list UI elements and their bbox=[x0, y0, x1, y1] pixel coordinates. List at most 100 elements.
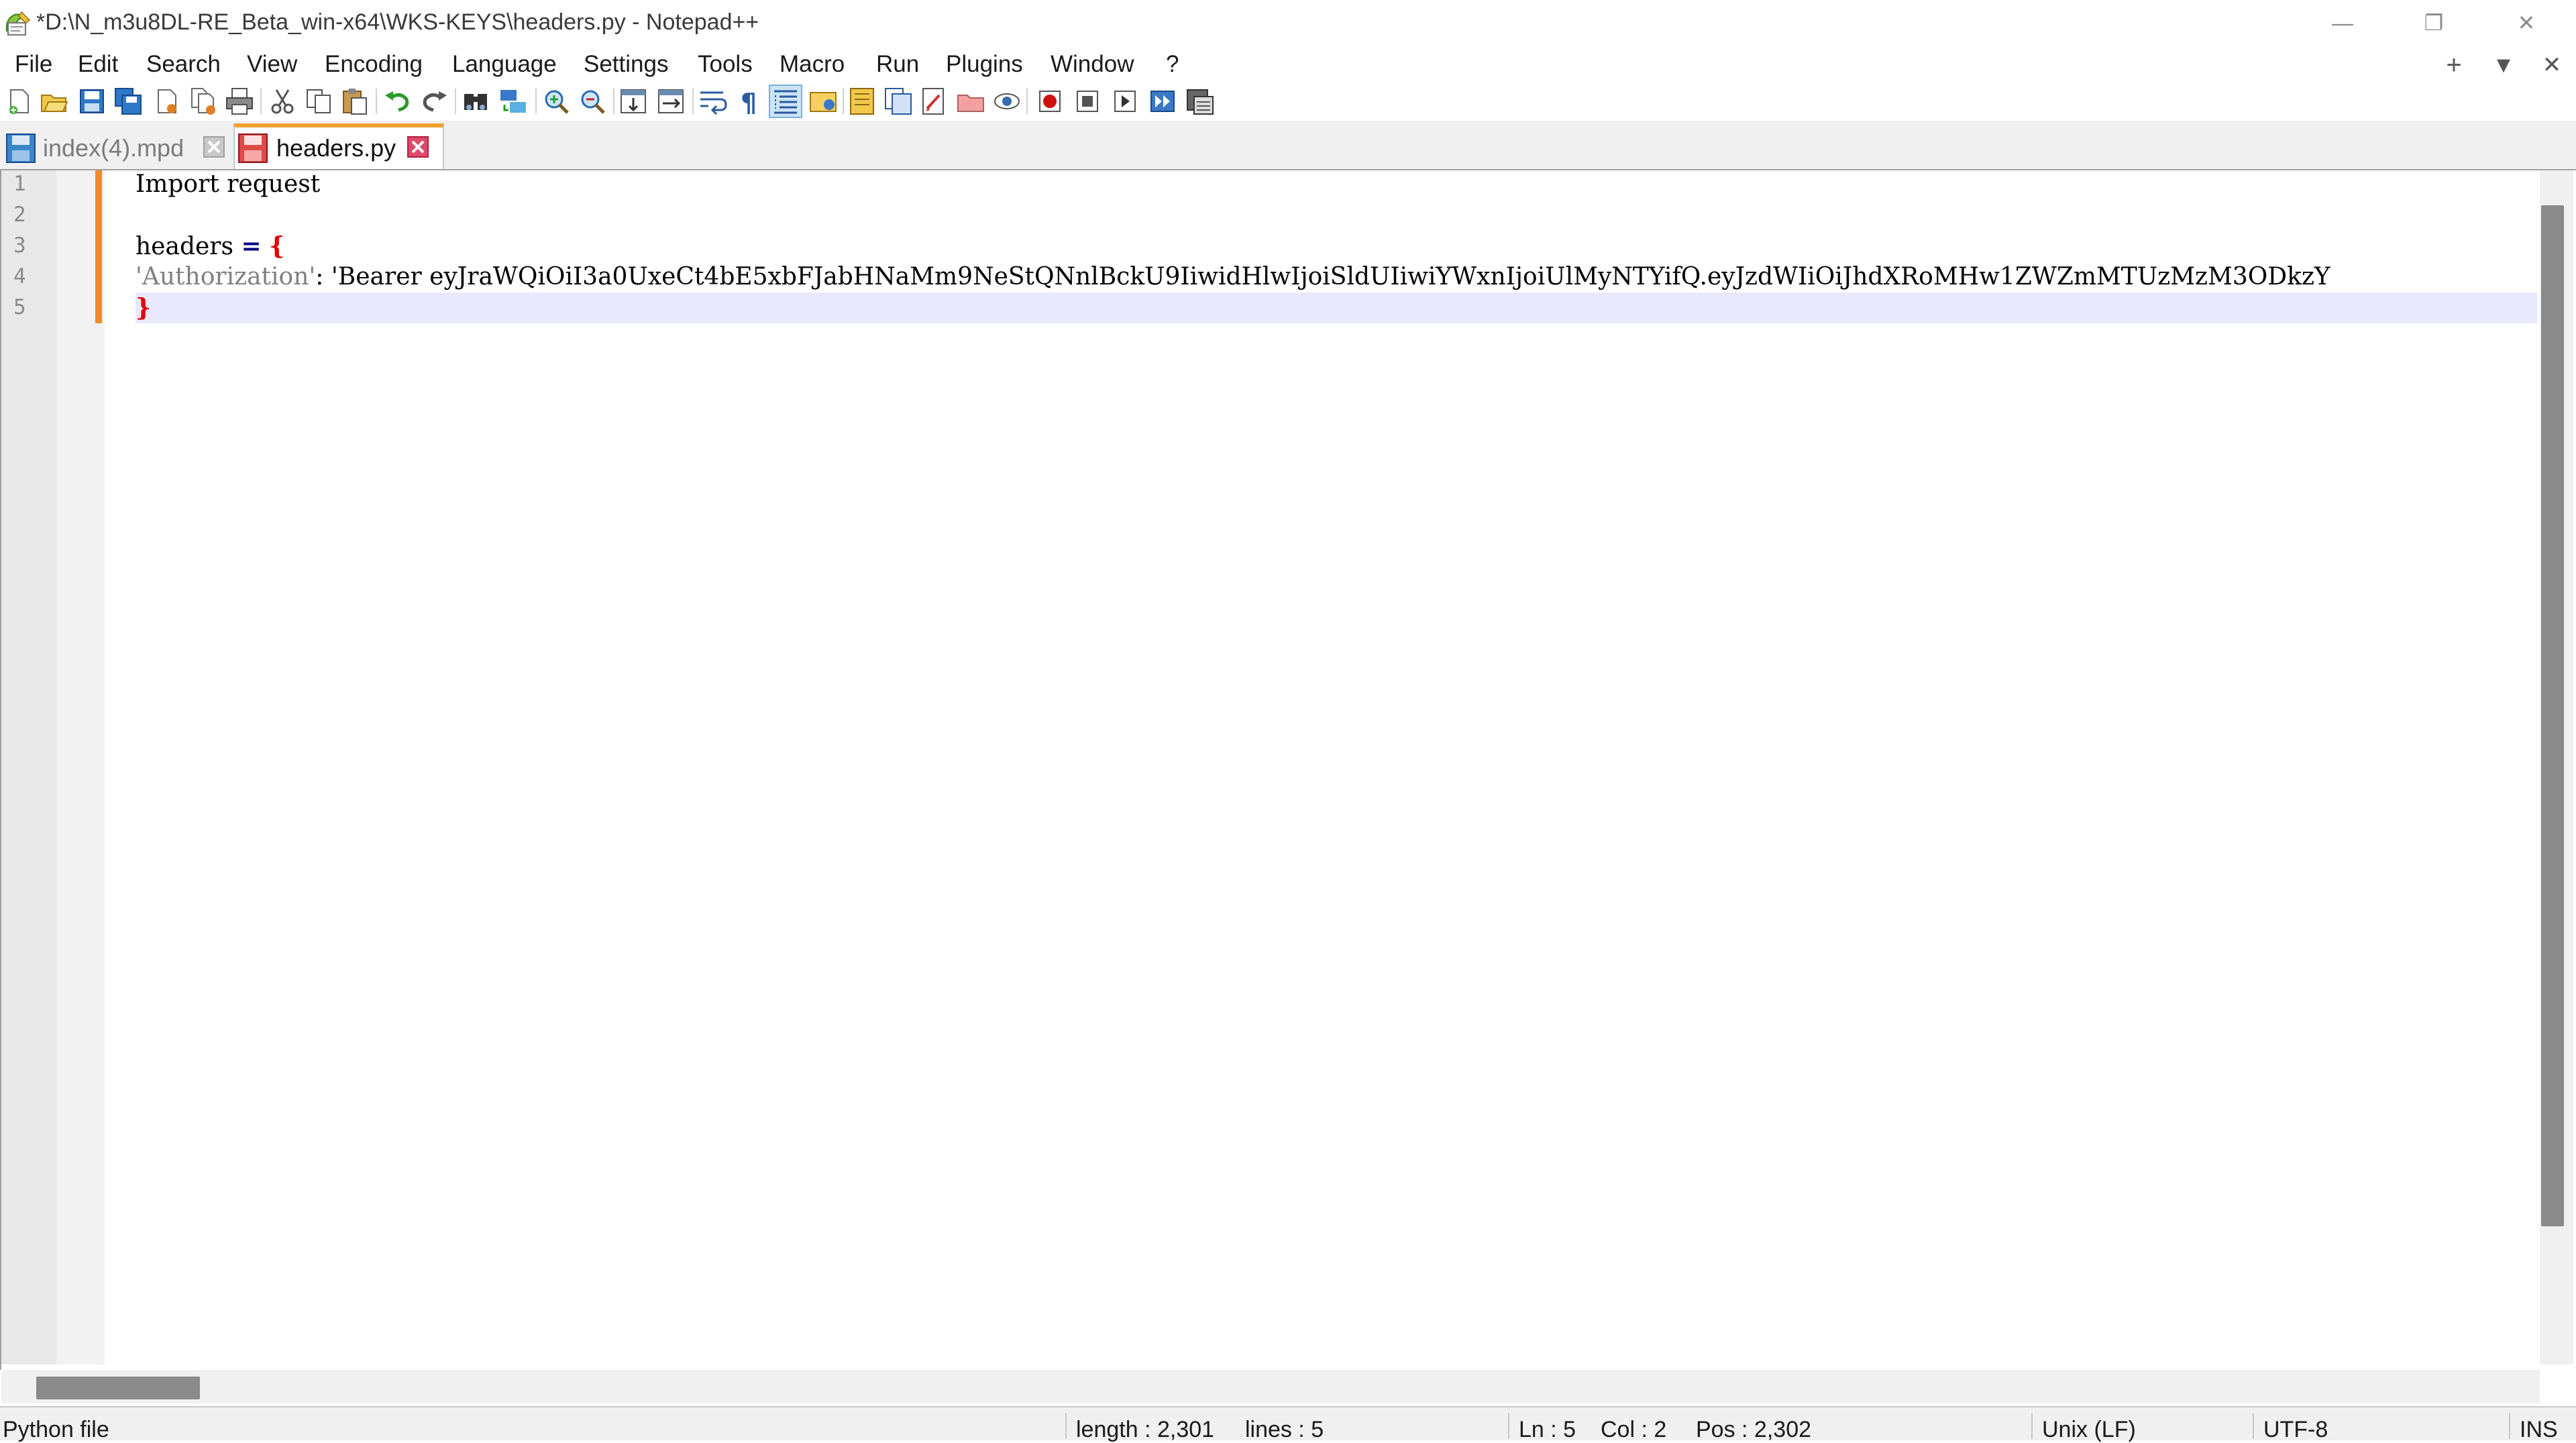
status-encoding[interactable]: UTF-8 bbox=[2263, 1417, 2328, 1443]
current-line-highlight bbox=[136, 292, 2537, 323]
horizontal-scrollbar[interactable] bbox=[1, 1370, 2540, 1403]
code-line-4[interactable]: 'Authorization': 'Bearer eyJraWQiOiI3a0U… bbox=[136, 263, 2538, 290]
save-all-icon[interactable] bbox=[113, 86, 144, 117]
code-line-1[interactable]: Import request bbox=[136, 170, 320, 198]
menu-language[interactable]: Language bbox=[452, 51, 557, 78]
code-operator: = bbox=[241, 232, 262, 260]
minimize-button[interactable]: — bbox=[2306, 0, 2379, 46]
zoom-in-icon[interactable] bbox=[541, 86, 572, 117]
tab-index-mpd[interactable]: index(4).mpd bbox=[1, 127, 232, 169]
notepad-plus-plus-icon bbox=[3, 8, 32, 38]
status-position: Pos : 2,302 bbox=[1696, 1417, 1812, 1442]
status-insert-mode: INS bbox=[2520, 1417, 2558, 1442]
menu-settings[interactable]: Settings bbox=[584, 51, 668, 78]
play-macro-icon[interactable] bbox=[1110, 86, 1140, 117]
line-number: 2 bbox=[13, 203, 26, 227]
status-separator bbox=[2509, 1413, 2510, 1439]
save-icon[interactable] bbox=[76, 86, 107, 117]
code-line-3[interactable]: headers = { bbox=[136, 232, 284, 260]
folder-icon[interactable] bbox=[955, 86, 986, 117]
menu-plugins[interactable]: Plugins bbox=[946, 51, 1023, 78]
close-all-icon[interactable] bbox=[188, 86, 219, 117]
menu-macro[interactable]: Macro bbox=[780, 51, 845, 78]
new-tab-button[interactable]: + bbox=[2436, 50, 2471, 81]
open-file-icon[interactable] bbox=[39, 86, 70, 117]
zoom-out-icon[interactable] bbox=[577, 86, 608, 117]
monitoring-icon[interactable] bbox=[991, 86, 1022, 117]
unsaved-file-icon bbox=[237, 133, 270, 164]
copy-icon[interactable] bbox=[303, 86, 334, 117]
redo-icon[interactable] bbox=[419, 86, 449, 117]
status-line: Ln : 5 bbox=[1519, 1417, 1576, 1442]
close-window-button[interactable]: ✕ bbox=[2490, 0, 2563, 46]
line-number: 4 bbox=[13, 264, 26, 288]
menu-window[interactable]: Window bbox=[1051, 51, 1134, 78]
code-open-brace: { bbox=[269, 232, 285, 260]
line-number-margin bbox=[1, 170, 56, 1365]
replace-icon[interactable] bbox=[498, 86, 529, 117]
tab-label-index-mpd: index(4).mpd bbox=[43, 134, 184, 162]
tab-close-icon[interactable] bbox=[203, 136, 225, 158]
title-bar: *D:\N_m3u8DL-RE_Beta_win-x64\WKS-KEYS\he… bbox=[0, 0, 2576, 46]
undo-icon[interactable] bbox=[382, 86, 413, 117]
menu-view[interactable]: View bbox=[247, 51, 297, 78]
status-separator bbox=[2253, 1413, 2254, 1439]
change-history-marker bbox=[95, 170, 102, 323]
stop-macro-icon[interactable] bbox=[1072, 86, 1103, 117]
code-string-key: 'Authorization' bbox=[136, 263, 316, 290]
save-macro-icon[interactable] bbox=[1185, 86, 1216, 117]
tab-close-icon[interactable] bbox=[407, 136, 429, 158]
menu-help[interactable]: ? bbox=[1166, 51, 1179, 78]
paste-icon[interactable] bbox=[339, 86, 370, 117]
status-lines: lines : 5 bbox=[1245, 1417, 1324, 1442]
status-length: length : 2,301 bbox=[1076, 1417, 1215, 1442]
document-map-icon[interactable] bbox=[847, 86, 877, 117]
line-number: 5 bbox=[13, 295, 26, 319]
code-close-brace: } bbox=[136, 294, 152, 322]
folder-workspace-icon[interactable] bbox=[919, 86, 950, 117]
svg-text:¶: ¶ bbox=[741, 88, 757, 117]
user-language-icon[interactable] bbox=[808, 86, 839, 117]
word-wrap-icon[interactable] bbox=[698, 86, 729, 117]
cut-icon[interactable] bbox=[267, 86, 298, 117]
close-icon[interactable] bbox=[152, 86, 182, 117]
tab-list-dropdown-button[interactable]: ▼ bbox=[2486, 50, 2521, 81]
vertical-scroll-thumb[interactable] bbox=[2541, 205, 2564, 1226]
new-file-icon[interactable] bbox=[4, 86, 35, 117]
editor-area[interactable] bbox=[0, 169, 2576, 1370]
menu-tools[interactable]: Tools bbox=[698, 51, 753, 78]
line-number: 3 bbox=[13, 233, 26, 258]
menu-bar: File Edit Search View Encoding Language … bbox=[0, 46, 2576, 85]
menu-file[interactable]: File bbox=[15, 51, 52, 78]
close-document-button[interactable]: ✕ bbox=[2534, 50, 2569, 81]
toolbar-separator bbox=[535, 89, 537, 114]
print-icon[interactable] bbox=[224, 86, 255, 117]
run-macro-multiple-icon[interactable] bbox=[1147, 86, 1178, 117]
menu-run[interactable]: Run bbox=[876, 51, 919, 78]
toolbar-separator bbox=[260, 89, 262, 114]
sync-horizontal-icon[interactable] bbox=[656, 86, 687, 117]
status-column: Col : 2 bbox=[1601, 1417, 1667, 1442]
sync-vertical-icon[interactable] bbox=[619, 86, 649, 117]
code-identifier: headers bbox=[136, 233, 241, 260]
status-eol[interactable]: Unix (LF) bbox=[2042, 1417, 2136, 1443]
menu-search[interactable]: Search bbox=[146, 51, 221, 78]
code-line-5[interactable]: } bbox=[136, 294, 151, 322]
tab-headers-py[interactable]: headers.py bbox=[233, 123, 444, 174]
status-separator bbox=[2031, 1413, 2033, 1439]
show-all-chars-icon[interactable]: ¶ bbox=[734, 86, 765, 117]
menu-edit[interactable]: Edit bbox=[78, 51, 118, 78]
toolbar-separator bbox=[613, 89, 614, 114]
tab-label-headers-py: headers.py bbox=[276, 134, 396, 162]
restore-button[interactable]: ❐ bbox=[2398, 0, 2470, 46]
find-icon[interactable] bbox=[460, 86, 491, 117]
toolbar-separator bbox=[1026, 89, 1028, 114]
code-text: Import request bbox=[136, 170, 321, 198]
indent-guide-icon[interactable] bbox=[769, 85, 802, 118]
horizontal-scroll-thumb[interactable] bbox=[36, 1377, 200, 1399]
fold-margin[interactable] bbox=[56, 170, 105, 1365]
record-macro-icon[interactable] bbox=[1034, 86, 1065, 117]
menu-encoding[interactable]: Encoding bbox=[325, 51, 423, 78]
function-list-icon[interactable] bbox=[883, 86, 914, 117]
window-title: *D:\N_m3u8DL-RE_Beta_win-x64\WKS-KEYS\he… bbox=[36, 9, 759, 35]
